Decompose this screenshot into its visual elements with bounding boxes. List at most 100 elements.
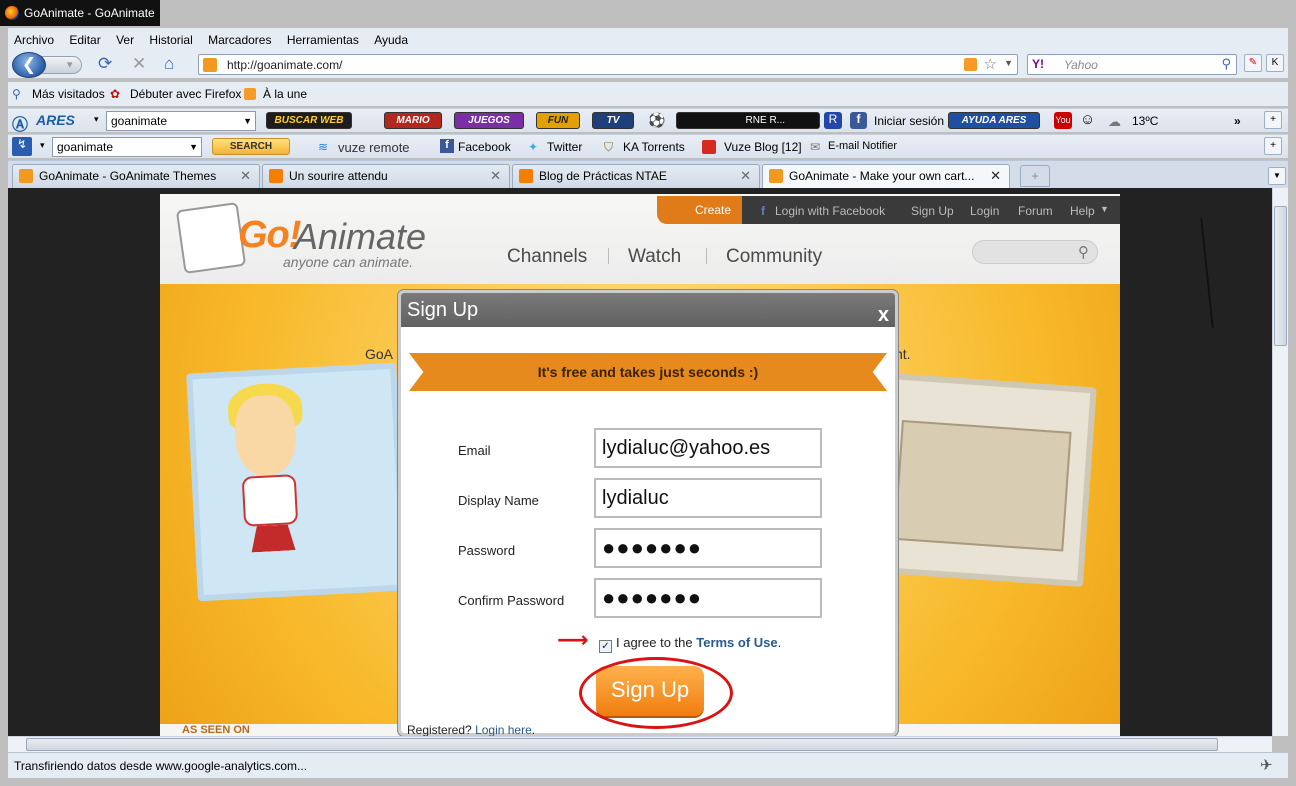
reload-icon[interactable]: ⟳ bbox=[98, 55, 112, 73]
home-icon[interactable]: ⌂ bbox=[164, 55, 174, 73]
menu-ayuda[interactable]: Ayuda bbox=[368, 28, 414, 47]
tab-label[interactable]: Blog de Prácticas NTAE bbox=[539, 169, 667, 183]
login-facebook-link[interactable]: Login with Facebook bbox=[775, 204, 885, 218]
menu-historial[interactable]: Historial bbox=[143, 28, 198, 47]
create-label[interactable]: Create bbox=[695, 203, 731, 217]
close-tab-icon[interactable]: ✕ bbox=[740, 165, 751, 187]
url-bar[interactable]: http://goanimate.com/ ☆ ▼ bbox=[198, 54, 1018, 75]
create-button[interactable]: Create bbox=[657, 196, 742, 224]
password-field[interactable]: ●●●●●●● bbox=[594, 528, 822, 568]
terms-of-use-link[interactable]: Terms of Use bbox=[696, 635, 777, 650]
signup-link[interactable]: Sign Up bbox=[911, 204, 954, 218]
youtube-icon[interactable]: You bbox=[1054, 112, 1072, 129]
addon-k-icon[interactable]: K bbox=[1266, 54, 1284, 72]
tab-goanimate-active[interactable]: GoAnimate - Make your own cart... ✕ bbox=[762, 164, 1010, 189]
forum-link[interactable]: Forum bbox=[1018, 204, 1053, 218]
addon-status-icon[interactable]: ✈ bbox=[1260, 756, 1273, 774]
radio-player[interactable]: RNE R... bbox=[676, 112, 820, 129]
add-toolbar-icon[interactable]: + bbox=[1264, 137, 1282, 155]
nav-community[interactable]: Community bbox=[726, 246, 822, 268]
search-input[interactable]: Yahoo bbox=[1064, 58, 1098, 72]
login-link[interactable]: Login bbox=[970, 204, 999, 218]
url-text[interactable]: http://goanimate.com/ bbox=[227, 58, 342, 72]
forward-button[interactable]: ▾ bbox=[42, 56, 82, 74]
chevron-down-icon[interactable]: ▼ bbox=[243, 112, 252, 130]
search-icon[interactable]: ⚲ bbox=[1221, 56, 1231, 72]
ares-search-input[interactable]: goanimate bbox=[111, 114, 167, 128]
site-search-input[interactable]: ⚲ bbox=[972, 240, 1098, 264]
horizontal-scroll-thumb[interactable] bbox=[26, 738, 1218, 751]
new-tab-button[interactable]: + bbox=[1020, 165, 1050, 187]
vuze-remote-link[interactable]: vuze remote bbox=[338, 140, 410, 155]
menu-marcadores[interactable]: Marcadores bbox=[202, 28, 277, 47]
login-here-link[interactable]: Login here bbox=[475, 723, 532, 736]
rss-icon[interactable] bbox=[964, 58, 977, 71]
menu-archivo[interactable]: Archivo bbox=[8, 28, 60, 47]
soccer-ball-icon[interactable]: ⚽ bbox=[648, 112, 665, 129]
display-name-field[interactable]: lydialuc bbox=[594, 478, 822, 518]
nav-channels[interactable]: Channels bbox=[507, 246, 587, 268]
ares-r-icon[interactable]: R bbox=[824, 112, 842, 129]
email-notifier-link[interactable]: E-mail Notifier bbox=[828, 140, 897, 152]
vertical-scroll-thumb[interactable] bbox=[1274, 206, 1287, 346]
confirm-password-field[interactable]: ●●●●●●● bbox=[594, 578, 822, 618]
overflow-chevron-icon[interactable]: » bbox=[1234, 114, 1241, 128]
vuze-search-button[interactable]: SEARCH bbox=[212, 138, 290, 155]
tab-goanimate-themes[interactable]: GoAnimate - GoAnimate Themes ✕ bbox=[12, 164, 260, 188]
ayuda-ares-button[interactable]: AYUDA ARES bbox=[948, 112, 1040, 129]
tab-list-icon[interactable]: ▼ bbox=[1268, 167, 1286, 185]
logo-animate[interactable]: Animate bbox=[294, 216, 426, 258]
help-link[interactable]: Help bbox=[1070, 204, 1095, 218]
close-tab-icon[interactable]: ✕ bbox=[490, 165, 501, 187]
facebook-icon[interactable]: f bbox=[850, 112, 867, 129]
vuze-twitter-link[interactable]: Twitter bbox=[547, 140, 582, 154]
ares-brand[interactable]: ARES bbox=[36, 112, 75, 128]
menu-ver[interactable]: Ver bbox=[110, 28, 140, 47]
bookmark-a-la-une[interactable]: À la une bbox=[263, 87, 307, 101]
juegos-button[interactable]: JUEGOS bbox=[454, 112, 524, 129]
iniciar-sesion-link[interactable]: Iniciar sesión bbox=[874, 114, 944, 128]
tab-label[interactable]: GoAnimate - Make your own cart... bbox=[789, 169, 974, 183]
bookmark-mas-visitados[interactable]: Más visitados bbox=[32, 87, 105, 101]
horizontal-scrollbar[interactable] bbox=[8, 736, 1272, 752]
yahoo-engine-icon[interactable]: Y! bbox=[1032, 57, 1044, 71]
vuze-search-input[interactable]: goanimate bbox=[57, 140, 113, 154]
tab-label[interactable]: Un sourire attendu bbox=[289, 169, 388, 183]
vertical-scrollbar[interactable] bbox=[1272, 188, 1288, 736]
messenger-icon[interactable]: ☺ bbox=[1080, 111, 1095, 128]
vuze-logo-icon[interactable]: ↯ bbox=[12, 137, 32, 156]
close-tab-icon[interactable]: ✕ bbox=[240, 165, 251, 187]
vuze-blog-link[interactable]: Vuze Blog [12] bbox=[724, 140, 802, 154]
stop-icon[interactable]: ✕ bbox=[132, 55, 146, 73]
add-toolbar-icon[interactable]: + bbox=[1264, 111, 1282, 129]
agree-checkbox[interactable]: ✓ bbox=[599, 640, 612, 653]
ares-menu-dropdown-icon[interactable]: ▾ bbox=[94, 114, 99, 125]
fun-button[interactable]: FUN bbox=[536, 112, 580, 129]
url-dropdown-icon[interactable]: ▼ bbox=[1004, 58, 1013, 68]
ka-torrents-link[interactable]: KA Torrents bbox=[623, 140, 685, 154]
chevron-down-icon[interactable]: ▼ bbox=[189, 138, 198, 156]
vuze-menu-dropdown-icon[interactable]: ▾ bbox=[40, 140, 45, 151]
ares-search-combo[interactable]: goanimate ▼ bbox=[106, 111, 256, 131]
menu-editar[interactable]: Editar bbox=[63, 28, 106, 47]
bookmark-star-icon[interactable]: ☆ bbox=[984, 55, 997, 73]
mario-button[interactable]: MARIO bbox=[384, 112, 442, 129]
tab-un-sourire[interactable]: Un sourire attendu ✕ bbox=[262, 164, 510, 188]
email-field[interactable]: lydialuc@yahoo.es bbox=[594, 428, 822, 468]
close-tab-icon[interactable]: ✕ bbox=[990, 165, 1001, 187]
tab-label[interactable]: GoAnimate - GoAnimate Themes bbox=[39, 169, 216, 183]
vuze-search-combo[interactable]: goanimate ▼ bbox=[52, 137, 202, 157]
vuze-facebook-link[interactable]: Facebook bbox=[458, 140, 511, 154]
history-dropdown-icon[interactable]: ▾ bbox=[57, 59, 73, 71]
back-button[interactable]: ❮ bbox=[12, 52, 46, 78]
tv-button[interactable]: TV bbox=[592, 112, 634, 129]
dialog-close-button[interactable]: x bbox=[878, 298, 889, 332]
chevron-down-icon[interactable]: ▼ bbox=[1100, 204, 1109, 214]
logo-go[interactable]: Go! bbox=[238, 214, 301, 257]
tab-blog-practicas[interactable]: Blog de Prácticas NTAE ✕ bbox=[512, 164, 760, 188]
search-bar[interactable]: Y! Yahoo ⚲ bbox=[1027, 54, 1237, 75]
search-icon[interactable]: ⚲ bbox=[1078, 243, 1089, 261]
nav-watch[interactable]: Watch bbox=[628, 246, 681, 268]
buscar-web-button[interactable]: BUSCAR WEB bbox=[266, 112, 352, 129]
addon-icon[interactable]: ✎ bbox=[1244, 54, 1262, 72]
